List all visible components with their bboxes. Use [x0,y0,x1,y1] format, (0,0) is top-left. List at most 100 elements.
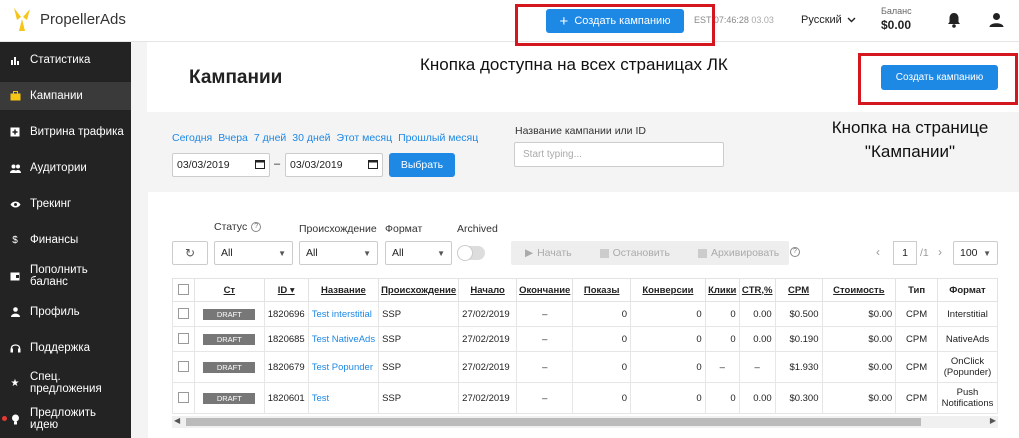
col-id[interactable]: ID ▾ [263,278,309,302]
headset-icon [0,343,30,353]
wallet-icon [0,272,30,281]
archive-icon [697,248,707,258]
archived-toggle[interactable] [457,245,485,261]
campaign-name-link[interactable]: Test [307,382,380,414]
sidebar-item-audiences[interactable]: Аудитории [0,156,131,180]
briefcase-icon [0,91,30,101]
sidebar-item-suggest-idea[interactable]: Предложить идею [0,404,131,434]
chevron-left-icon[interactable]: ‹ [876,245,880,259]
bulk-actions-bar: ▶ Начать Остановить Архивировать [511,241,789,265]
chevron-down-icon: ▼ [983,248,991,258]
calendar-icon[interactable] [255,159,265,172]
page-total: /1 [920,247,929,259]
scrollbar-thumb[interactable] [186,418,921,426]
refresh-button[interactable]: ↻ [172,241,208,265]
help-icon[interactable]: ? [790,247,800,257]
chevron-down-icon: ▼ [363,248,371,258]
highlight-box-header-button [515,4,715,46]
sidebar-item-campaigns[interactable]: Кампании [0,82,131,110]
status-select[interactable]: All ▼ [214,241,293,265]
col-origin[interactable]: Происхождение [378,278,460,302]
col-conversions[interactable]: Конверсии [630,278,706,302]
table-row[interactable]: DRAFT 1820601 Test SSP 27/02/2019 – 0 0 … [172,382,999,414]
status-badge: DRAFT [203,392,256,404]
quick-link-last-month[interactable]: Прошлый месяц [398,132,478,144]
start-button[interactable]: ▶ Начать [511,247,586,259]
sidebar-item-support[interactable]: Поддержка [0,336,131,360]
col-format[interactable]: Формат [936,278,999,302]
sidebar-item-special-offers[interactable]: ★ Спец. предложения [0,368,131,398]
page-number-input[interactable]: 1 [893,241,917,265]
col-cpm[interactable]: CPM [774,278,823,302]
quick-link-30-days[interactable]: 30 дней [292,132,330,144]
quick-link-today[interactable]: Сегодня [172,132,212,144]
chevron-right-icon[interactable]: › [938,245,942,259]
apply-dates-button[interactable]: Выбрать [389,153,455,177]
format-filter-label: Формат [385,223,423,235]
row-checkbox[interactable] [172,382,195,414]
sidebar-item-traffic-showcase[interactable]: Витрина трафика [0,120,131,144]
table-row[interactable]: DRAFT 1820696 Test interstitial SSP 27/0… [172,301,999,327]
bar-chart-icon [0,55,30,65]
status-badge: DRAFT [203,333,256,345]
per-page-select[interactable]: 100 ▼ [953,241,998,265]
annotation-page: Кнопка на странице "Кампании" [831,118,989,161]
status-badge: DRAFT [203,361,256,373]
scroll-left-arrow-icon[interactable]: ◀ [174,416,180,425]
star-icon: ★ [10,377,20,389]
sidebar-item-finance[interactable]: $ Финансы [0,228,131,252]
sidebar-item-tracking[interactable]: Трекинг [0,192,131,216]
campaign-name-link[interactable]: Test NativeAds [307,326,380,352]
table-row[interactable]: DRAFT 1820679 Test Popunder SSP 27/02/20… [172,351,999,383]
col-clicks[interactable]: Клики [704,278,740,302]
horizontal-scrollbar[interactable]: ◀ ▶ [172,416,998,428]
quick-link-this-month[interactable]: Этот месяц [337,132,393,144]
col-status[interactable]: Ст [193,278,265,302]
date-to-input[interactable]: 03/03/2019 [285,153,383,177]
person-icon [0,307,30,317]
campaign-search-input[interactable]: Start typing... [514,142,724,167]
col-ctr[interactable]: CTR,% [738,278,776,302]
col-name[interactable]: Название [307,278,380,302]
col-cost[interactable]: Стоимость [821,278,897,302]
calendar-icon[interactable] [368,159,378,172]
archive-button[interactable]: Архивировать [684,247,793,259]
quick-link-7-days[interactable]: 7 дней [254,132,286,144]
select-all-checkbox[interactable] [172,278,195,302]
col-start[interactable]: Начало [458,278,518,302]
col-impressions[interactable]: Показы [572,278,632,302]
page-title: Кампании [189,67,283,88]
logo-text: PropellerAds [40,10,126,28]
sidebar-item-profile[interactable]: Профиль [0,300,131,324]
bell-icon[interactable] [947,12,961,31]
date-from-input[interactable]: 03/03/2019 [172,153,270,177]
logo[interactable]: PropellerAds [10,6,126,32]
annotation-top: Кнопка доступна на всех страницах ЛК [420,55,728,74]
sidebar-item-statistics[interactable]: Статистика [0,48,131,72]
balance: Баланс $0.00 [881,6,912,32]
archived-label: Archived [457,223,498,235]
sidebar-item-top-up-balance[interactable]: Пополнить баланс [0,261,131,291]
format-select[interactable]: All ▼ [385,241,452,265]
table-header-row: Ст ID ▾ Название Происхождение Начало Ок… [172,278,999,302]
col-type[interactable]: Тип [895,278,938,302]
row-checkbox[interactable] [172,326,195,352]
stop-button[interactable]: Остановить [586,247,684,259]
language-selector[interactable]: Русский [801,14,856,26]
quick-link-yesterday[interactable]: Вчера [218,132,248,144]
row-checkbox[interactable] [172,351,195,383]
campaign-name-link[interactable]: Test interstitial [307,301,380,327]
scroll-right-arrow-icon[interactable]: ▶ [990,416,996,425]
origin-filter-label: Происхождение [299,223,377,235]
top-bar: PropellerAds + Создать кампанию EST 07:4… [0,0,1019,42]
col-end[interactable]: Окончание [516,278,574,302]
table-row[interactable]: DRAFT 1820685 Test NativeAds SSP 27/02/2… [172,326,999,352]
play-icon: ▶ [525,247,534,259]
origin-select[interactable]: All ▼ [299,241,378,265]
help-icon[interactable]: ? [251,222,262,233]
row-checkbox[interactable] [172,301,195,327]
campaign-search-label: Название кампании или ID [515,125,646,137]
status-badge: DRAFT [203,308,256,320]
campaign-name-link[interactable]: Test Popunder [307,351,380,383]
user-icon[interactable] [989,12,1004,30]
